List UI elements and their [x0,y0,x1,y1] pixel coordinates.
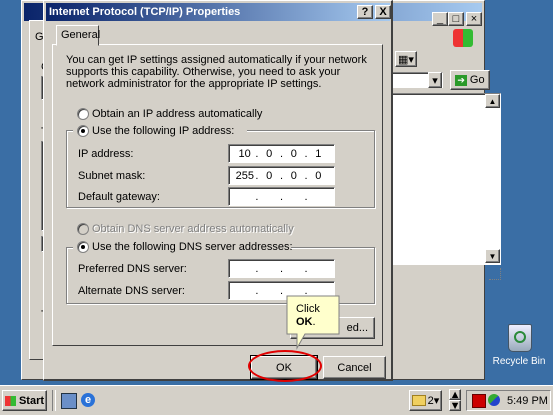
dialog-title: Internet Protocol (TCP/IP) Properties [49,6,241,18]
scroll-down-button[interactable]: ▼ [485,249,500,263]
dialog-titlebar: Internet Protocol (TCP/IP) Properties [46,3,390,21]
radio-manual-ip-label[interactable]: Use the following IP address: [92,125,234,137]
radio-auto-ip-label[interactable]: Obtain an IP address automatically [92,108,262,120]
callout-text: Click OK. [296,303,320,329]
help-button[interactable]: ? [357,5,373,19]
tab-general[interactable]: General [56,25,101,46]
go-label: Go [469,74,485,86]
subnet-octet-1: 255 [235,169,254,182]
tab-general-label: General [61,29,101,41]
windows-logo-icon [453,29,473,47]
callout-line-2-suffix: . [312,316,316,328]
maximize-button[interactable]: □ [448,12,464,26]
radio-manual-ip[interactable] [77,125,89,137]
address-dropdown-button[interactable]: ▾ [428,72,442,88]
ip-octet-3: 0 [290,147,297,160]
task-scroll[interactable]: ▲ ▼ [449,389,461,412]
folder-icon [411,395,426,406]
ip-octet-4: 1 [315,147,322,160]
recycle-bin[interactable]: Recycle Bin [488,322,550,370]
scroll-up-button[interactable]: ▲ [485,94,500,108]
ip-octet-1: 10 [238,147,251,160]
subnet-mask-label: Subnet mask: [78,170,146,182]
subnet-octet-4: 0 [315,169,322,182]
ip-octet-2: 0 [266,147,273,160]
intro-text: You can get IP settings assigned automat… [66,54,367,90]
go-arrow-icon: ➔ [455,74,467,86]
ip-address-label: IP address: [78,148,134,160]
go-button[interactable]: ➔ Go [450,70,490,90]
default-gateway-field[interactable]: ... [228,187,335,206]
ip-address-field[interactable]: 10. 0. 0. 1 [228,144,335,163]
radio-auto-ip[interactable] [77,108,89,120]
subnet-octet-2: 0 [266,169,273,182]
system-tray: 5:49 PM [466,390,551,411]
preferred-dns-field[interactable]: ... [228,259,335,278]
default-gateway-label: Default gateway: [78,191,160,203]
views-dropdown-button[interactable]: ▦▾ [395,51,417,67]
internet-explorer-icon[interactable]: e [81,393,95,407]
cancel-button-label: Cancel [337,361,372,374]
content-pane [391,93,501,265]
radio-manual-dns[interactable] [77,241,89,253]
windows-flag-icon [4,395,16,406]
callout-line-1: Click [296,303,320,315]
recycle-bin-icon [508,324,532,352]
security-alert-icon[interactable] [472,394,486,408]
clock: 5:49 PM [507,395,548,407]
dialog-close-button[interactable]: X [375,5,391,19]
ok-highlight-ring [248,350,322,382]
task-count: 2 [427,394,434,407]
quicklaunch-separator [52,390,56,411]
grouped-task-button[interactable]: 2 ▾ [409,390,442,411]
alternate-dns-label: Alternate DNS server: [78,285,185,297]
advanced-button-label: ed... [346,322,368,334]
show-desktop-icon[interactable] [61,393,77,409]
preferred-dns-label: Preferred DNS server: [78,263,187,275]
radio-auto-dns-label: Obtain DNS server address automatically [92,223,294,235]
resize-grip-icon[interactable] [489,268,501,280]
network-icon[interactable] [488,394,500,406]
subnet-octet-3: 0 [290,169,297,182]
recycle-bin-label: Recycle Bin [492,356,546,367]
start-button[interactable]: Start [2,390,47,411]
close-window-button[interactable]: × [466,12,482,26]
cancel-button[interactable]: Cancel [323,356,386,379]
callout-line-2: OK [296,316,313,328]
subnet-mask-field[interactable]: 255. 0. 0. 0 [228,166,335,185]
radio-manual-dns-label[interactable]: Use the following DNS server addresses: [92,241,293,253]
minimize-button[interactable]: _ [432,12,448,26]
start-label: Start [18,394,45,407]
radio-auto-dns [77,223,89,235]
